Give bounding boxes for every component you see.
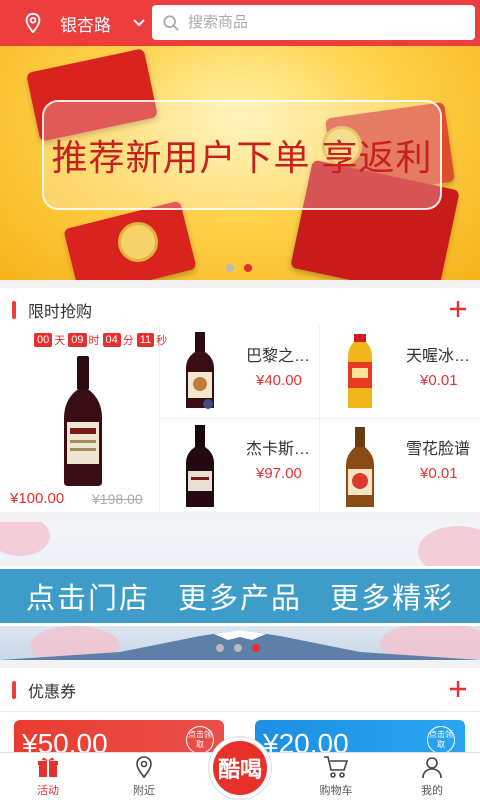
store-banner-pagination — [216, 644, 260, 652]
main-product-old-price: ¥198.00 — [92, 491, 143, 507]
product-name: 雪花脸谱 — [406, 441, 471, 458]
promo-banner[interactable]: 推荐新用户下单 享返利 — [0, 46, 480, 280]
pagination-dot[interactable] — [226, 264, 234, 272]
product-cell[interactable]: 巴黎之… ¥40.00 — [160, 326, 320, 419]
product-cell[interactable]: 天喔冰… ¥0.01 — [320, 326, 480, 419]
product-price: ¥0.01 — [420, 465, 458, 482]
nav-item-nearby[interactable]: 附近 — [96, 753, 192, 800]
product-name: 巴黎之… — [246, 348, 311, 365]
coin-image — [118, 222, 158, 262]
main-product-price: ¥100.00 — [10, 490, 65, 507]
nav-label: 我的 — [421, 785, 443, 797]
product-cell[interactable]: 雪花脸谱 ¥0.01 — [320, 419, 480, 512]
nav-label: 购物车 — [319, 785, 353, 797]
banner-pagination — [226, 264, 252, 272]
pagination-dot-active[interactable] — [252, 644, 260, 652]
product-cell[interactable]: 杰卡斯… ¥97.00 — [160, 419, 320, 512]
nav-label: 活动 — [37, 785, 59, 797]
product-price: ¥97.00 — [256, 465, 302, 482]
product-price: ¥40.00 — [256, 372, 302, 389]
search-input[interactable] — [188, 14, 448, 31]
nav-item-activity[interactable]: 活动 — [0, 753, 96, 800]
countdown-seconds: 11 — [136, 333, 155, 347]
banner-headline: 推荐新用户下单 享返利 — [51, 137, 433, 178]
product-price: ¥0.01 — [420, 372, 458, 389]
flash-sale-grid: 00 天 09 时 04 分 11 秒 ¥100.00 ¥198.00 巴黎之…… — [0, 326, 480, 512]
nav-label: 附近 — [133, 785, 155, 797]
location-pin-icon — [136, 756, 152, 779]
center-logo-button[interactable]: 酷喝 — [209, 737, 271, 799]
section-accent-bar — [12, 300, 16, 319]
beer-bottle-image — [346, 427, 374, 507]
plus-icon[interactable] — [448, 679, 468, 699]
wine-bottle-image — [186, 332, 214, 409]
cherry-blossom-decoration — [0, 522, 50, 556]
flash-main-product[interactable]: 00 天 09 时 04 分 11 秒 ¥100.00 ¥198.00 — [0, 326, 167, 512]
countdown-unit: 天 — [54, 335, 66, 347]
coupons-title: 优惠券 — [28, 683, 77, 701]
search-box[interactable] — [152, 5, 475, 40]
tea-bottle-image — [348, 334, 372, 408]
user-icon — [422, 757, 442, 779]
product-name: 天喔冰… — [406, 348, 471, 365]
section-accent-bar — [12, 680, 16, 699]
wine-bottle-image — [64, 356, 102, 486]
wine-bottle-image — [186, 425, 214, 507]
product-name: 杰卡斯… — [246, 441, 311, 458]
store-banner[interactable]: 点击门店 更多产品 更多精彩 — [0, 522, 480, 660]
countdown-hours: 09 — [68, 333, 87, 347]
coupons-header: 优惠券 — [0, 668, 480, 712]
store-banner-text: 点击门店 更多产品 更多精彩 — [25, 583, 455, 615]
pagination-dot[interactable] — [234, 644, 242, 652]
nav-item-cart[interactable]: 购物车 — [288, 753, 384, 800]
claim-coupon-button[interactable]: 点击领取 — [186, 726, 214, 754]
gift-icon — [38, 757, 58, 777]
countdown-days: 00 — [34, 333, 53, 347]
top-header: 银杏路 — [0, 0, 480, 46]
flash-sale-title: 限时抢购 — [28, 303, 93, 321]
pagination-dot-active[interactable] — [244, 264, 252, 272]
countdown-unit: 时 — [88, 335, 100, 347]
countdown-minutes: 04 — [102, 333, 121, 347]
cart-icon — [324, 756, 349, 778]
search-icon — [163, 14, 179, 31]
claim-coupon-button[interactable]: 点击领取 — [427, 726, 455, 754]
current-location[interactable]: 银杏路 — [60, 11, 111, 36]
location-pin-icon[interactable] — [22, 12, 44, 34]
pagination-dot[interactable] — [216, 644, 224, 652]
chevron-down-icon[interactable] — [131, 15, 147, 31]
nav-item-profile[interactable]: 我的 — [384, 753, 480, 800]
countdown-timer: 00 天 09 时 04 分 11 秒 — [34, 332, 170, 348]
plus-icon[interactable] — [448, 299, 468, 319]
countdown-unit: 分 — [122, 335, 134, 347]
